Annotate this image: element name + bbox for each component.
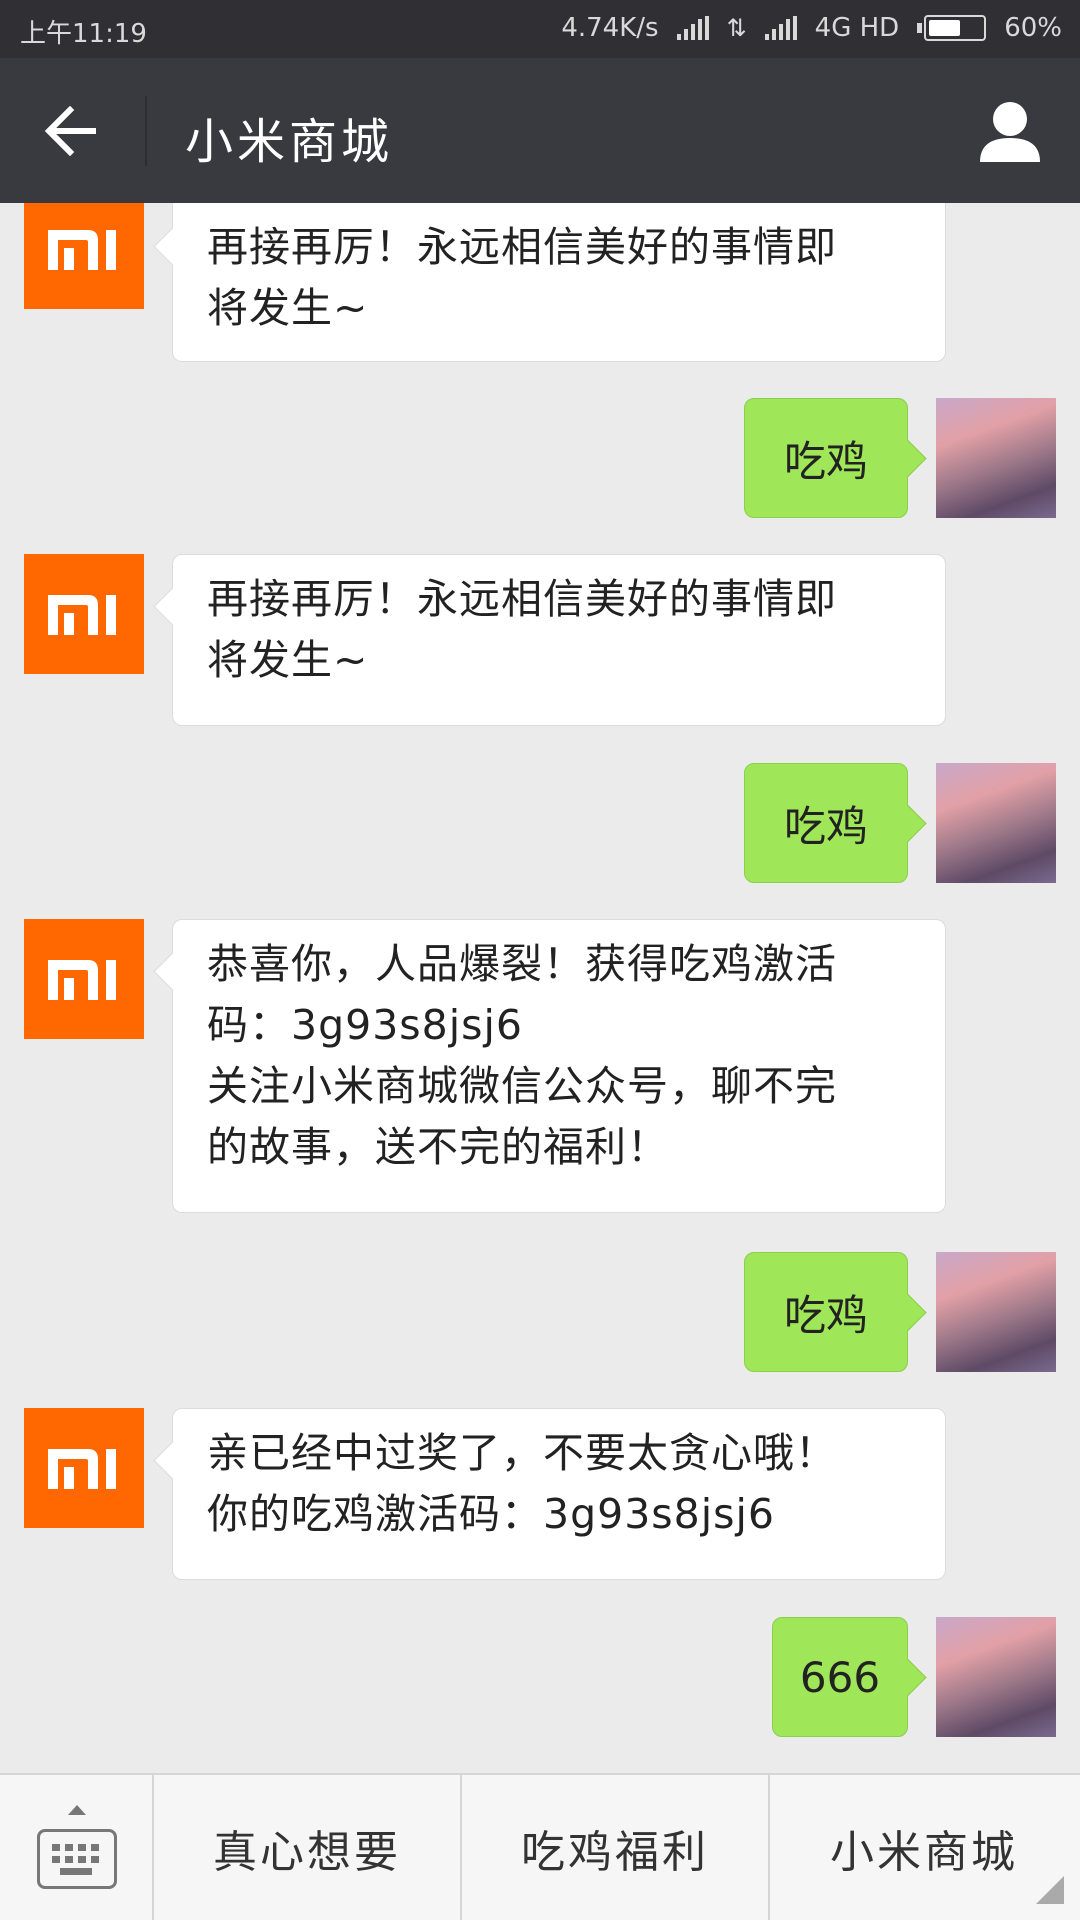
battery-percent: 60% [1004, 13, 1062, 43]
message-bubble-incoming[interactable]: 恭喜你，人品爆裂！获得吃鸡激活 码：3g93s8jsj6 关注小米商城微信公众号… [172, 919, 946, 1213]
message-text: 再接再厉！永远相信美好的事情即 [207, 575, 837, 623]
person-icon[interactable] [978, 100, 1042, 162]
network-type: 4G HD [814, 13, 900, 43]
user-avatar[interactable] [936, 763, 1056, 883]
message-bubble-outgoing[interactable]: 666 [772, 1617, 908, 1737]
user-avatar[interactable] [936, 1252, 1056, 1372]
status-bar: 上午11:19 4.74K/s ⇅ 4G HD 60% [0, 0, 1080, 58]
message-bubble-outgoing[interactable]: 吃鸡 [744, 398, 908, 518]
net-speed: 4.74K/s [561, 13, 659, 43]
mi-logo-icon[interactable] [24, 1408, 144, 1528]
page-title: 小米商城 [185, 114, 394, 170]
message-bubble-incoming[interactable]: 再接再厉！永远相信美好的事情即 将发生~ [172, 554, 946, 726]
message-text: 再接再厉！永远相信美好的事情即 [207, 223, 837, 271]
mi-logo-icon[interactable] [24, 203, 144, 309]
user-avatar[interactable] [936, 1617, 1056, 1737]
message-bubble-outgoing[interactable]: 吃鸡 [744, 1252, 908, 1372]
menu-item-label: 真心想要 [213, 1826, 401, 1878]
message-bubble-incoming[interactable]: 亲已经中过奖了，不要太贪心哦！ 你的吃鸡激活码：3g93s8jsj6 [172, 1408, 946, 1580]
message-text: 吃鸡 [783, 436, 868, 486]
resize-corner-icon [1036, 1876, 1064, 1904]
signal-icon [764, 16, 797, 40]
menu-item-want[interactable]: 真心想要 [154, 1775, 462, 1920]
message-bubble-outgoing[interactable]: 吃鸡 [744, 763, 908, 883]
menu-item-mi-store[interactable]: 小米商城 [770, 1775, 1078, 1920]
message-text: 将发生~ [207, 636, 369, 684]
mi-logo-icon[interactable] [24, 919, 144, 1039]
message-text: 关注小米商城微信公众号，聊不完 [207, 1062, 837, 1110]
message-bubble-incoming[interactable]: 再接再厉！永远相信美好的事情即 将发生~ [172, 203, 946, 362]
data-transfer-icon: ⇅ [726, 14, 747, 42]
signal-icon [676, 16, 709, 40]
bottom-menu: 真心想要 吃鸡福利 小米商城 [0, 1773, 1080, 1920]
message-text: 的故事，送不完的福利！ [207, 1123, 669, 1171]
header-divider [145, 96, 147, 166]
keyboard-toggle-button[interactable] [0, 1775, 154, 1920]
caret-up-icon [68, 1805, 86, 1815]
user-avatar[interactable] [936, 398, 1056, 518]
mi-logo-icon[interactable] [24, 554, 144, 674]
message-text: 吃鸡 [783, 801, 868, 851]
back-arrow-icon[interactable] [44, 105, 100, 157]
message-text: 码：3g93s8jsj6 [207, 1001, 523, 1049]
status-time: 上午11:19 [20, 19, 147, 49]
message-text: 吃鸡 [783, 1290, 868, 1340]
message-text: 将发生~ [207, 284, 369, 332]
menu-item-label: 吃鸡福利 [521, 1826, 709, 1878]
chat-header: 小米商城 [0, 58, 1080, 203]
menu-item-chicken-welfare[interactable]: 吃鸡福利 [462, 1775, 770, 1920]
message-text: 你的吃鸡激活码：3g93s8jsj6 [207, 1490, 775, 1538]
message-text: 恭喜你，人品爆裂！获得吃鸡激活 [207, 940, 837, 988]
menu-item-label: 小米商城 [830, 1826, 1018, 1878]
message-text: 亲已经中过奖了，不要太贪心哦！ [207, 1429, 837, 1477]
status-right: 4.74K/s ⇅ 4G HD 60% [561, 13, 1062, 43]
battery-icon [917, 15, 987, 41]
message-text: 666 [799, 1652, 881, 1702]
chat-list[interactable]: 再接再厉！永远相信美好的事情即 将发生~ 吃鸡 再接再厉！永远相信美好的事情即 … [0, 203, 1080, 1773]
keyboard-icon [37, 1829, 117, 1889]
